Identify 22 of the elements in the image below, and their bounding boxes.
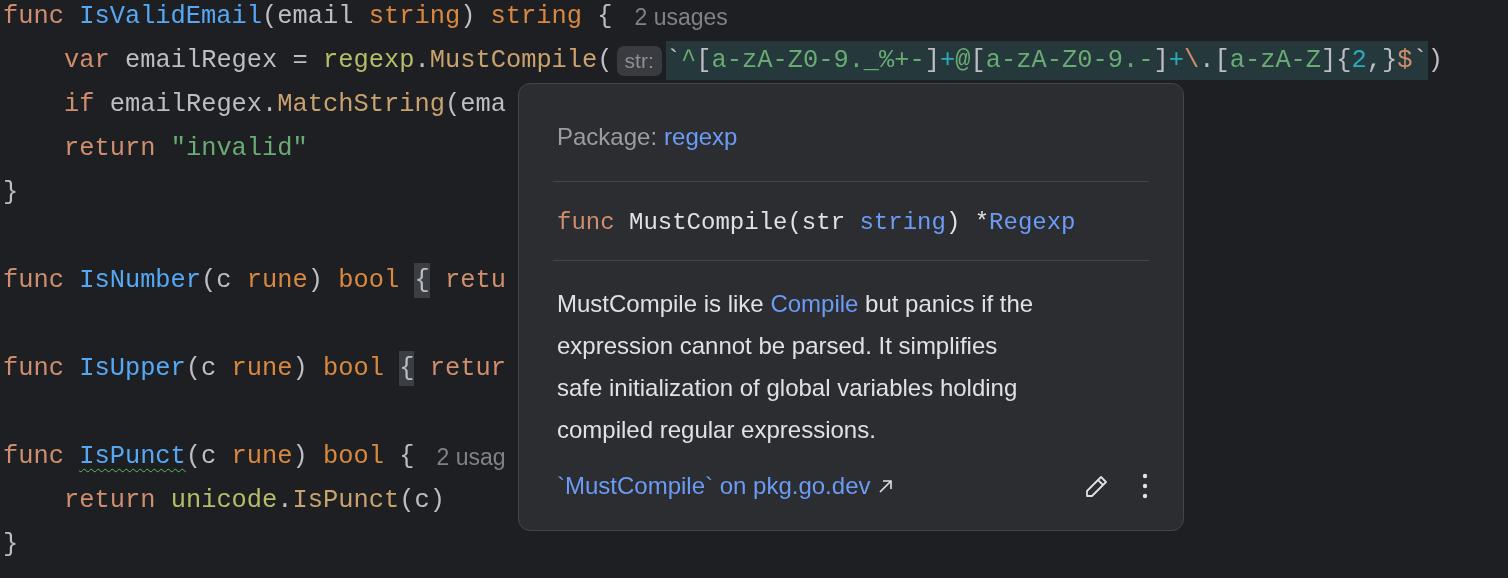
more-icon[interactable]	[1141, 473, 1149, 499]
package-link[interactable]: regexp	[664, 120, 738, 154]
code-text: `^[a-zA-Z0-9._%+-]+@[a-zA-Z0-9.-]+\.[a-zA-Z]{2,}$`)	[665, 44, 1444, 78]
code-text: }	[3, 529, 19, 561]
code-text: var emailRegex = regexp.MustCompile(	[64, 45, 613, 77]
code-text: return "invalid"	[64, 133, 308, 165]
code-text: func IsValidEmail(email string) string {	[3, 1, 613, 33]
code-text: func IsUpper(c rune) bool { retur	[3, 352, 506, 386]
code-text: func IsPunct(c rune) bool {	[3, 441, 415, 473]
usages-hint[interactable]: 2 usag	[436, 443, 506, 471]
description: MustCompile is like Compile but panics if the expression cannot be parsed. It simplifies safe initialization of global variables holding compiled regular expressions.	[556, 289, 1035, 445]
parameter-hint: str:	[616, 46, 662, 76]
external-doc-link[interactable]: `MustCompile` on pkg.go.dev	[557, 469, 871, 503]
code-text: return unicode.IsPunct(c)	[64, 485, 445, 517]
external-arrow-icon	[878, 478, 895, 494]
code-text: if emailRegex.MatchString(ema	[64, 89, 506, 121]
code-text: func IsNumber(c rune) bool { retu	[3, 264, 506, 298]
compile-link[interactable]: Compile	[770, 290, 859, 317]
package-label: Package:	[557, 122, 658, 152]
code-text: }	[3, 177, 19, 209]
signature: func MustCompile(str string) *Regexp	[557, 209, 1076, 236]
usages-hint[interactable]: 2 usages	[634, 3, 728, 31]
